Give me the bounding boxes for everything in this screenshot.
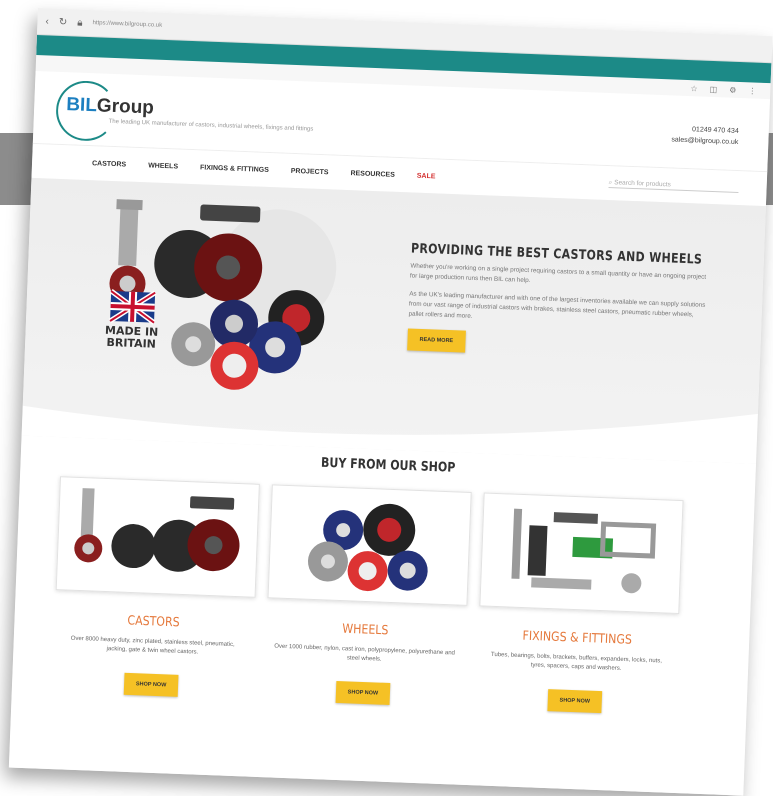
lock-icon: 🔒︎ xyxy=(76,17,83,29)
hero-paragraph-1: Whether you're working on a single proje… xyxy=(409,262,707,285)
nav-resources[interactable]: RESOURCES xyxy=(350,170,395,179)
card-title[interactable]: CASTORS xyxy=(54,610,252,633)
nav-sale[interactable]: SALE xyxy=(417,172,436,180)
monitor-screen: ‹ ↻ 🔒︎ https://www.bilgroup.co.uk ☆ ◫ ⚙ … xyxy=(8,8,773,796)
wheels-image[interactable] xyxy=(267,484,472,606)
card-description: Over 1000 rubber, nylon, cast iron, poly… xyxy=(274,643,456,663)
card-title[interactable]: FIXINGS & FITTINGS xyxy=(478,626,676,649)
shop-now-button[interactable]: SHOP NOW xyxy=(547,689,603,714)
site-tagline: The leading UK manufacturer of castors, … xyxy=(108,118,314,133)
hero-paragraph-2: As the UK's leading manufacturer and wit… xyxy=(408,290,706,320)
shop-card-fixings: FIXINGS & FITTINGS Tubes, bearings, bolt… xyxy=(475,492,684,715)
castors-image[interactable] xyxy=(55,476,260,598)
hero-copy: PROVIDING THE BEST CASTORS AND WHEELS Wh… xyxy=(407,241,711,362)
nav-fixings[interactable]: FIXINGS & FITTINGS xyxy=(200,164,269,174)
hero-product-image: MADE IN BRITAIN xyxy=(105,199,337,390)
email-address[interactable]: sales@bilgroup.co.uk xyxy=(671,134,738,148)
search-placeholder: Search for products xyxy=(614,178,672,188)
card-description: Tubes, bearings, bolts, brackets, buffer… xyxy=(490,651,663,672)
read-more-button[interactable]: READ MORE xyxy=(407,328,466,353)
britain-label: BRITAIN xyxy=(106,336,156,351)
reload-icon[interactable]: ↻ xyxy=(59,16,68,27)
logo-group: Group xyxy=(96,95,155,119)
address-bar[interactable]: https://www.bilgroup.co.uk xyxy=(92,20,162,29)
hero-section: MADE IN BRITAIN PROVIDING THE BEST CASTO… xyxy=(21,177,766,464)
card-description: Over 8000 heavy duty, zinc plated, stain… xyxy=(70,635,235,656)
shop-card-wheels: WHEELS Over 1000 rubber, nylon, cast iro… xyxy=(264,484,472,707)
shop-card-castors: CASTORS Over 8000 heavy duty, zinc plate… xyxy=(52,476,260,699)
nav-wheels[interactable]: WHEELS xyxy=(148,162,178,170)
nav-castors[interactable]: CASTORS xyxy=(92,160,126,168)
shop-now-button[interactable]: SHOP NOW xyxy=(335,680,391,706)
contact-info: 01249 470 434 sales@bilgroup.co.uk xyxy=(671,123,739,148)
settings-icon[interactable]: ⚙ xyxy=(729,86,737,98)
menu-icon[interactable]: ⋮ xyxy=(748,86,756,98)
search-input[interactable]: ⌕ Search for products xyxy=(608,178,739,193)
shop-now-button[interactable]: SHOP NOW xyxy=(123,672,179,697)
back-icon[interactable]: ‹ xyxy=(45,16,49,27)
nav-projects[interactable]: PROJECTS xyxy=(291,167,329,175)
card-title[interactable]: WHEELS xyxy=(266,618,464,641)
fixings-image[interactable] xyxy=(479,492,684,615)
site-logo[interactable]: BILGroup xyxy=(66,94,154,119)
shop-section: BUY FROM OUR SHOP CASTORS Over 8000 heav… xyxy=(8,435,757,796)
shop-cards: CASTORS Over 8000 heavy duty, zinc plate… xyxy=(12,457,755,719)
extension-icon[interactable]: ◫ xyxy=(709,85,717,97)
star-icon[interactable]: ☆ xyxy=(690,84,698,96)
logo-bil: BIL xyxy=(65,94,98,117)
